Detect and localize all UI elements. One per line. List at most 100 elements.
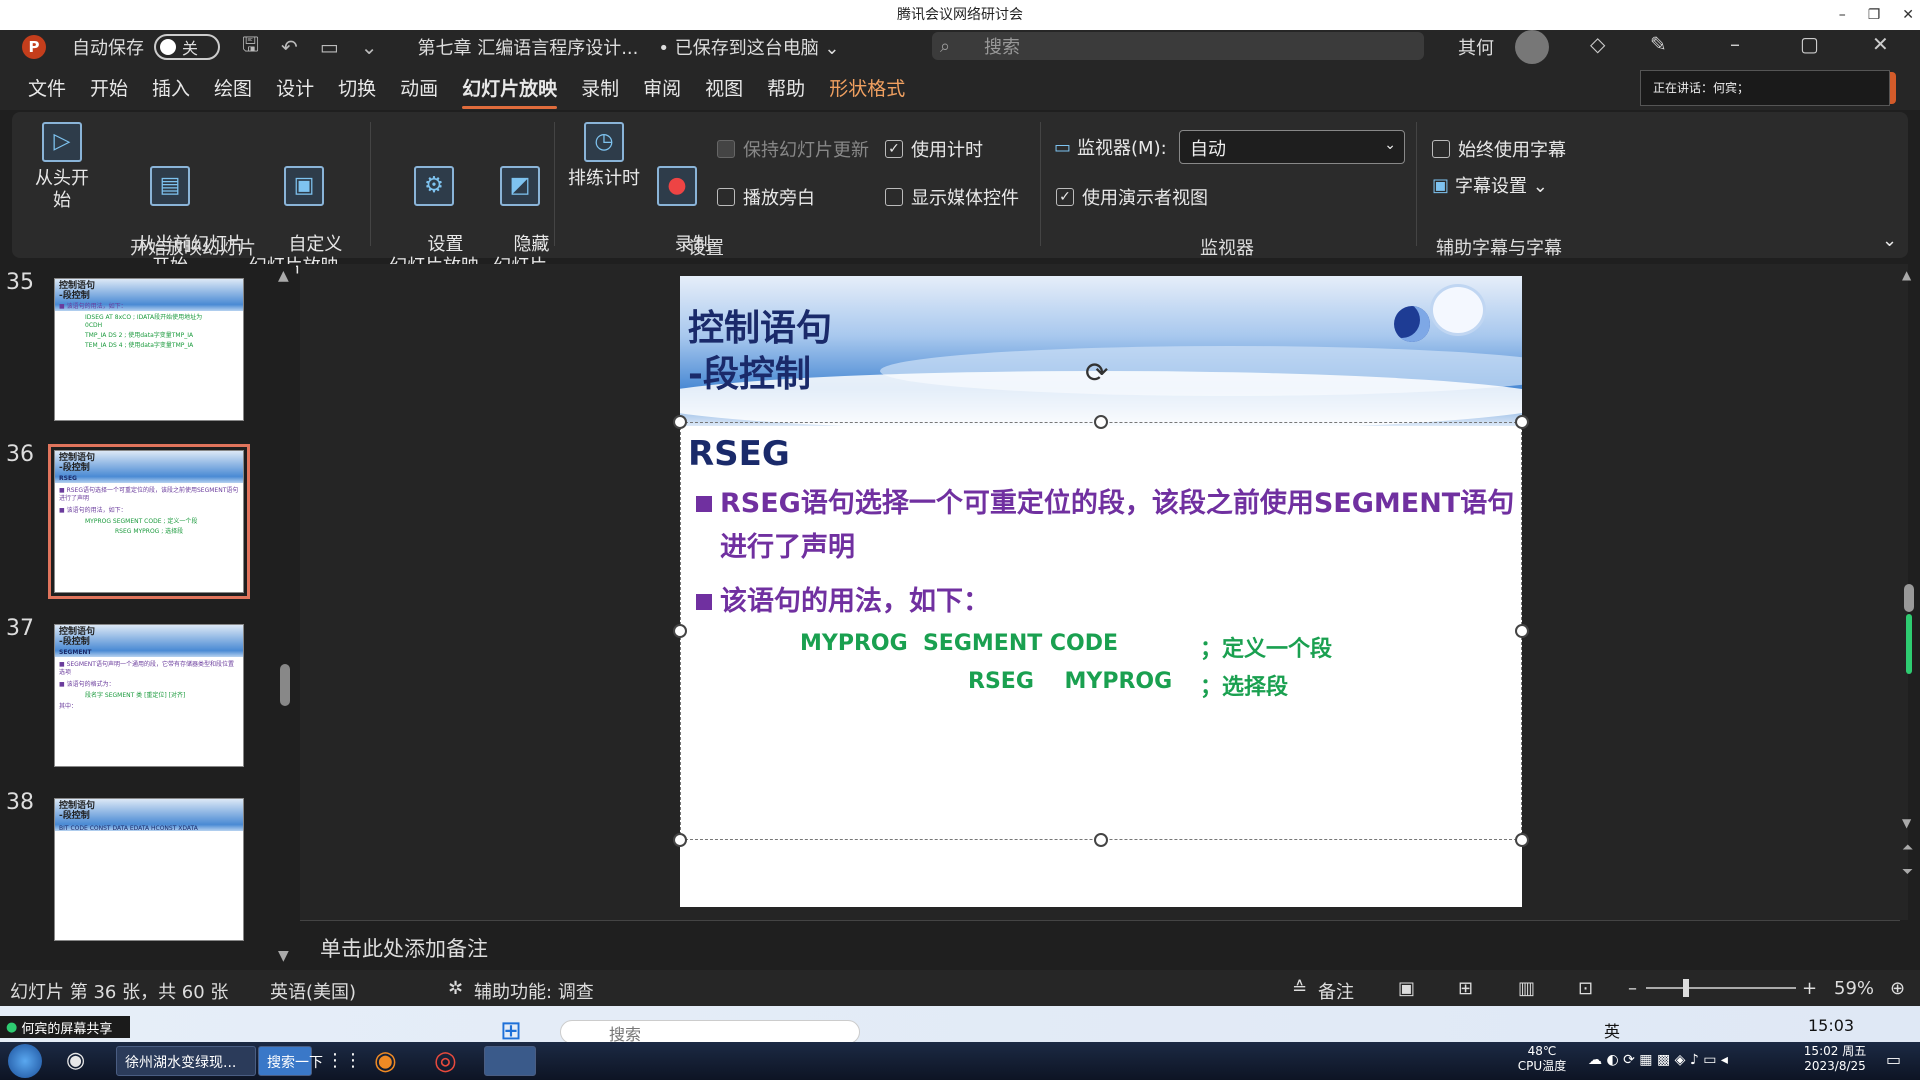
resize-handle[interactable] bbox=[673, 624, 687, 638]
tab-draw[interactable]: 绘图 bbox=[214, 66, 252, 109]
zoom-slider-knob[interactable] bbox=[1683, 979, 1690, 997]
resize-handle[interactable] bbox=[673, 833, 687, 847]
notes-pane[interactable]: 单击此处添加备注 bbox=[300, 920, 1900, 970]
show-media-checkbox[interactable]: 显示媒体控件 bbox=[885, 184, 1019, 210]
user-name[interactable]: 其何 bbox=[1458, 34, 1494, 60]
tab-record[interactable]: 录制 bbox=[581, 66, 619, 109]
thumb-line: ■ RSEG语句选择一个可重定位的段，该段之前使用SEGMENT语句进行了声明 bbox=[59, 487, 239, 502]
thumbnail-scrollbar[interactable] bbox=[280, 664, 290, 706]
minimize-icon[interactable]: – bbox=[1730, 32, 1740, 56]
ime-indicator[interactable]: 英 bbox=[1604, 1018, 1620, 1042]
record-icon: ● bbox=[657, 166, 697, 206]
zoom-slider[interactable] bbox=[1646, 987, 1796, 989]
customize-qat-icon[interactable]: ⌄ bbox=[361, 35, 378, 59]
tab-view[interactable]: 视图 bbox=[705, 66, 743, 109]
zoom-in-icon[interactable]: + bbox=[1802, 978, 1817, 999]
tab-animations[interactable]: 动画 bbox=[400, 66, 438, 109]
scroll-up-icon[interactable]: ▲ bbox=[278, 268, 289, 284]
rehearse-button[interactable]: ◷ 排练计时 bbox=[564, 122, 644, 190]
notes-icon[interactable]: ≙ bbox=[1292, 978, 1307, 999]
undo-icon[interactable]: ↶ bbox=[281, 35, 298, 59]
zoom-level[interactable]: 59% bbox=[1834, 978, 1874, 999]
start-button-icon[interactable] bbox=[8, 1044, 42, 1078]
thumb-code: TMP_IA DS 2 ; 使用data字变量TMP_IA bbox=[85, 332, 194, 339]
next-slide-icon[interactable]: ⏷ bbox=[1902, 864, 1913, 880]
slide-thumbnail-36[interactable]: 控制语句 -段控制 RSEG ■ RSEG语句选择一个可重定位的段，该段之前使用… bbox=[48, 444, 250, 599]
diamond-icon[interactable]: ◇ bbox=[1590, 32, 1605, 56]
notes-button[interactable]: 备注 bbox=[1318, 978, 1354, 1004]
always-subtitles-label: 始终使用字幕 bbox=[1458, 140, 1566, 161]
subtitle-settings-button[interactable]: ▣ 字幕设置 ⌄ bbox=[1432, 172, 1548, 198]
slideshow-view-icon[interactable]: ⊡ bbox=[1578, 978, 1593, 999]
maximize-icon[interactable]: ▢ bbox=[1800, 32, 1819, 56]
zoom-out-icon[interactable]: – bbox=[1628, 978, 1637, 999]
autosave-toggle[interactable]: 关 bbox=[154, 34, 220, 60]
powerpoint-logo-icon: P bbox=[22, 35, 46, 59]
resize-handle[interactable] bbox=[1515, 833, 1529, 847]
chrome-icon[interactable]: ◎ bbox=[434, 1046, 457, 1076]
document-title[interactable]: 第七章 汇编语言程序设计... bbox=[417, 34, 638, 60]
reading-view-icon[interactable]: ▥ bbox=[1518, 978, 1535, 999]
tab-file[interactable]: 文件 bbox=[28, 66, 66, 109]
slide-title[interactable]: 控制语句 -段控制 bbox=[688, 306, 832, 398]
autosave-state: 关 bbox=[182, 39, 199, 58]
pen-icon[interactable]: ✎ bbox=[1650, 32, 1667, 56]
firefox-icon[interactable]: ◉ bbox=[374, 1046, 397, 1076]
tab-slideshow[interactable]: 幻灯片放映 bbox=[462, 66, 558, 109]
accessibility-status[interactable]: 辅助功能: 调查 bbox=[474, 978, 594, 1004]
rotate-handle-icon[interactable]: ⟳ bbox=[1085, 356, 1108, 389]
grid-icon[interactable]: ⋮⋮ bbox=[326, 1050, 362, 1071]
taskbar-browser-item[interactable]: 徐州湖水变绿现... bbox=[116, 1046, 256, 1076]
save-icon[interactable]: 🖫 bbox=[242, 30, 259, 64]
avatar[interactable] bbox=[1515, 30, 1549, 64]
minimize-button[interactable]: – bbox=[1839, 0, 1846, 30]
resize-handle[interactable] bbox=[1094, 833, 1108, 847]
language-indicator[interactable]: 英语(美国) bbox=[270, 978, 356, 1004]
tab-home[interactable]: 开始 bbox=[90, 66, 128, 109]
taskbar-search-button[interactable]: 搜索一下 bbox=[258, 1046, 323, 1076]
tab-help[interactable]: 帮助 bbox=[767, 66, 805, 109]
restore-button[interactable]: ❐ bbox=[1868, 0, 1881, 30]
scroll-down-icon[interactable]: ▼ bbox=[278, 948, 289, 964]
scroll-up-icon[interactable]: ▲ bbox=[1902, 268, 1911, 282]
notification-icon[interactable]: ▭ bbox=[1886, 1050, 1901, 1069]
resize-handle[interactable] bbox=[1515, 415, 1529, 429]
search-box[interactable]: ⌕ 搜索 bbox=[932, 32, 1424, 60]
slide-thumbnail-37[interactable]: 控制语句 -段控制 SEGMENT ■ SEGMENT语句声明一个通用的段，它带… bbox=[54, 624, 244, 767]
app-icon[interactable]: ◉ bbox=[66, 1048, 85, 1073]
normal-view-icon[interactable]: ▣ bbox=[1398, 978, 1415, 999]
resize-handle[interactable] bbox=[1515, 624, 1529, 638]
save-status[interactable]: • 已保存到这台电脑 ⌄ bbox=[658, 34, 839, 60]
always-subtitles-checkbox[interactable]: 始终使用字幕 bbox=[1432, 136, 1566, 162]
use-timings-checkbox[interactable]: ✓ 使用计时 bbox=[885, 136, 983, 162]
scroll-down-icon[interactable]: ▼ bbox=[1902, 816, 1911, 830]
presenter-view-checkbox[interactable]: ✓ 使用演示者视图 bbox=[1056, 184, 1208, 210]
system-clock[interactable]: 15:02 周五 2023/8/25 bbox=[1790, 1044, 1880, 1074]
close-button[interactable]: ✕ bbox=[1902, 0, 1914, 30]
monitor-select[interactable]: 自动 ⌄ bbox=[1179, 130, 1405, 164]
from-beginning-button[interactable]: ▷ 从头开始 bbox=[30, 122, 94, 212]
close-icon[interactable]: ✕ bbox=[1872, 32, 1889, 56]
collapse-ribbon-icon[interactable]: ⌄ bbox=[1882, 230, 1897, 251]
tab-review[interactable]: 审阅 bbox=[643, 66, 681, 109]
tab-design[interactable]: 设计 bbox=[276, 66, 314, 109]
previous-slide-icon[interactable]: ⏶ bbox=[1902, 840, 1913, 856]
tab-insert[interactable]: 插入 bbox=[152, 66, 190, 109]
tab-shape-format[interactable]: 形状格式 bbox=[829, 66, 905, 109]
accessibility-icon[interactable]: ✲ bbox=[448, 978, 463, 999]
play-narration-checkbox[interactable]: 播放旁白 bbox=[717, 184, 815, 210]
slide-thumbnail-38[interactable]: 控制语句 -段控制 BIT CODE CONST DATA EDATA HCON… bbox=[54, 798, 244, 941]
thumb-line: RSEG bbox=[59, 475, 77, 482]
slide-sorter-icon[interactable]: ⊞ bbox=[1458, 978, 1473, 999]
present-icon[interactable]: ▭ bbox=[320, 35, 339, 59]
tab-transitions[interactable]: 切换 bbox=[338, 66, 376, 109]
taskbar-search[interactable]: 搜索 bbox=[560, 1020, 860, 1044]
tray-icons[interactable]: ☁ ◐ ⟳ ▦ ▩ ◈ ♪ ▭ ◂ bbox=[1588, 1052, 1728, 1068]
resize-handle[interactable] bbox=[1094, 415, 1108, 429]
slide-thumbnail-35[interactable]: 控制语句 -段控制 ■ 该语句的用法，如下： IDSEG AT 8xCO ; I… bbox=[54, 278, 244, 421]
meeting-app-icon[interactable] bbox=[484, 1046, 536, 1076]
resize-handle[interactable] bbox=[673, 415, 687, 429]
vertical-scrollbar[interactable]: ▲ ▼ ⏶ ⏷ bbox=[1900, 264, 1918, 920]
scroll-thumb[interactable] bbox=[1904, 584, 1914, 612]
fit-to-window-icon[interactable]: ⊕ bbox=[1890, 978, 1905, 999]
